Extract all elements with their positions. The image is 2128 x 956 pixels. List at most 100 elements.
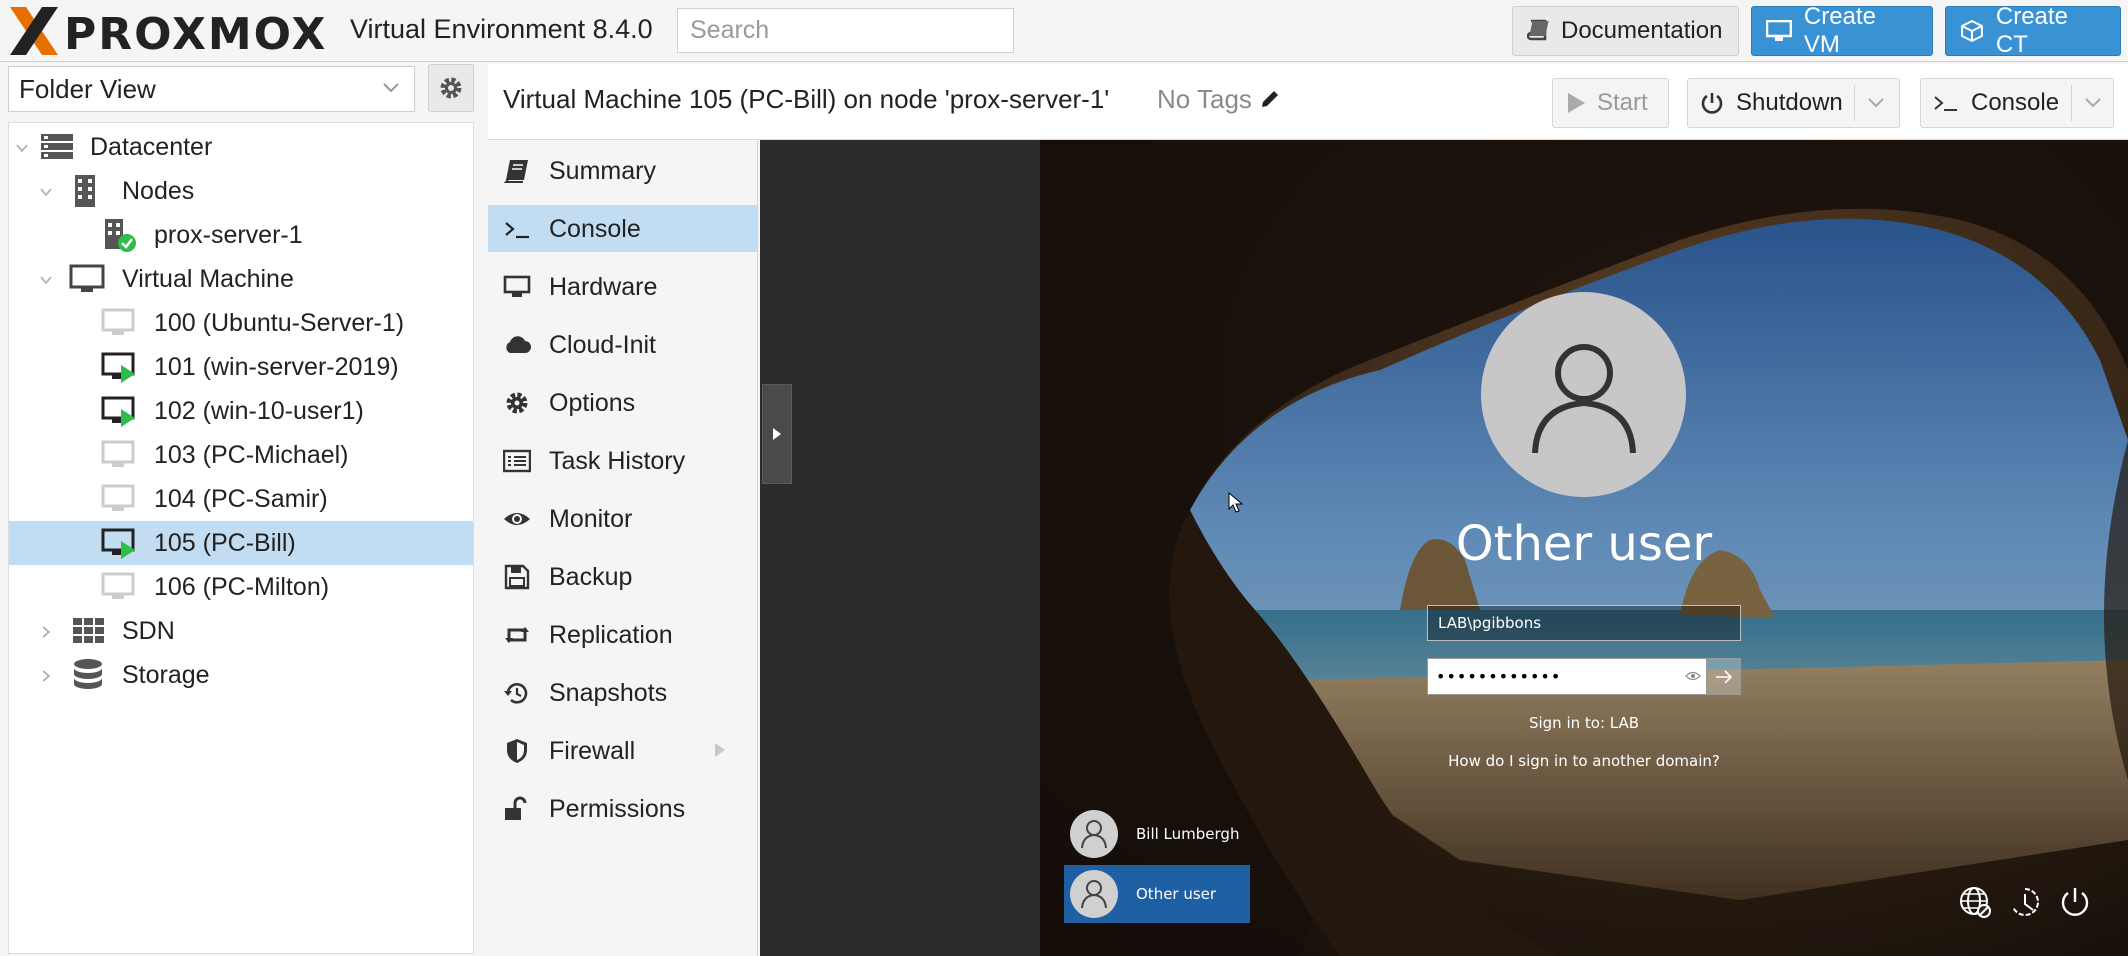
menu-item-options[interactable]: Options [488, 379, 757, 426]
create-vm-button[interactable]: Create VM [1751, 3, 1933, 58]
shield-icon [507, 739, 527, 763]
vm-menu: Summary Console Hardware Cloud-Init Opti… [488, 140, 758, 956]
chevron-down-icon[interactable] [2083, 95, 2103, 111]
proxmox-x-icon [10, 7, 58, 55]
menu-item-firewall[interactable]: Firewall [488, 727, 757, 774]
tree-vm-103[interactable]: 103 (PC-Michael) [9, 433, 473, 477]
user-icon [1531, 343, 1636, 453]
sign-in-domain-text: Sign in to: LAB [1528, 714, 1640, 732]
arrow-right-icon [1716, 669, 1733, 684]
tree-sdn[interactable]: SDN [9, 609, 473, 653]
submit-arrow-button[interactable] [1707, 658, 1741, 695]
desktop-icon [503, 275, 531, 297]
book-icon [503, 160, 528, 183]
tree-vm-101[interactable]: 101 (win-server-2019) [9, 345, 473, 389]
tree-label: Virtual Machine [122, 265, 294, 293]
pencil-icon[interactable] [1259, 88, 1281, 110]
menu-item-monitor[interactable]: Monitor [488, 495, 757, 542]
user-tile-other-user[interactable]: Other user [1064, 865, 1250, 923]
create-vm-label: Create VM [1803, 3, 1876, 58]
building-icon [75, 175, 95, 207]
tree-datacenter[interactable]: Datacenter [9, 125, 473, 169]
vm-screen[interactable]: Other user Sign in to: LAB How do I sign… [1040, 140, 2128, 956]
start-button[interactable]: Start [1552, 78, 1669, 128]
cloud-icon [506, 336, 531, 353]
user-tile-bill-lumbergh[interactable]: Bill Lumbergh [1064, 805, 1250, 863]
proxmox-logo: PROXMOX [6, 3, 346, 60]
tree-node-prox-server-1[interactable]: prox-server-1 [9, 213, 473, 257]
password-field[interactable] [1427, 658, 1707, 695]
novnc-sidebar-toggle[interactable] [762, 384, 792, 484]
vm-stopped-icon [101, 440, 135, 467]
vm-running-icon [101, 352, 135, 383]
menu-item-console[interactable]: Console [488, 205, 757, 252]
chevron-down-icon [383, 83, 399, 93]
tree-label: Nodes [122, 177, 195, 205]
tree-vm-106[interactable]: 106 (PC-Milton) [9, 565, 473, 609]
menu-item-label: Cloud-Init [549, 331, 656, 359]
tags-editor[interactable]: No Tags [1157, 84, 1281, 115]
menu-item-permissions[interactable]: Permissions [488, 785, 757, 832]
chevron-down-icon [40, 276, 52, 285]
view-selector-value: Folder View [19, 73, 156, 104]
power-icon[interactable] [2058, 885, 2092, 919]
documentation-label: Documentation [1561, 17, 1723, 44]
shutdown-label: Shutdown [1736, 89, 1843, 116]
user-avatar [1070, 810, 1118, 858]
tree-vm-105[interactable]: 105 (PC-Bill) [9, 521, 473, 565]
menu-item-label: Monitor [549, 505, 633, 533]
book-icon [1527, 19, 1549, 41]
resource-tree: Datacenter Nodes prox-server-1 Virtual M… [8, 122, 474, 954]
menu-item-replication[interactable]: Replication [488, 611, 757, 658]
create-ct-button[interactable]: Create CT [1945, 3, 2121, 58]
tree-vm-100[interactable]: 100 (Ubuntu-Server-1) [9, 301, 473, 345]
eye-icon[interactable] [1685, 669, 1701, 683]
gear-icon [440, 77, 462, 99]
menu-item-snapshots[interactable]: Snapshots [488, 669, 757, 716]
tree-storage[interactable]: Storage [9, 653, 473, 697]
chevron-right-icon [42, 626, 51, 638]
other-domain-link[interactable]: How do I sign in to another domain? [1040, 752, 2128, 770]
list-icon [503, 449, 531, 473]
tree-label: 104 (PC-Samir) [154, 485, 328, 513]
tree-vm-folder[interactable]: Virtual Machine [9, 257, 473, 301]
menu-item-summary[interactable]: Summary [488, 147, 757, 194]
terminal-icon [1934, 96, 1957, 111]
search-input[interactable] [677, 8, 1014, 53]
console-button[interactable]: Console [1920, 78, 2114, 128]
tree-label: 105 (PC-Bill) [154, 529, 296, 557]
console-label: Console [1971, 89, 2060, 116]
ease-of-access-icon[interactable] [2008, 885, 2042, 919]
tree-settings-button[interactable] [428, 64, 474, 112]
chevron-down-icon[interactable] [1866, 95, 1886, 111]
page-title: Virtual Machine 105 (PC-Bill) on node 'p… [503, 84, 1110, 114]
tree-nodes-folder[interactable]: Nodes [9, 169, 473, 213]
menu-item-backup[interactable]: Backup [488, 553, 757, 600]
vm-running-icon [101, 528, 135, 559]
terminal-icon [505, 222, 529, 239]
mouse-cursor-icon [1228, 492, 1244, 513]
user-icon [1081, 820, 1107, 849]
user-tile-label: Bill Lumbergh [1136, 825, 1240, 843]
desktop-icon [1766, 20, 1792, 41]
vm-running-icon [101, 396, 135, 427]
floppy-icon [504, 564, 530, 590]
database-icon [74, 659, 102, 689]
documentation-button[interactable]: Documentation [1512, 6, 1739, 56]
menu-item-task-history[interactable]: Task History [488, 437, 757, 484]
username-field[interactable] [1427, 605, 1741, 641]
user-tile-label: Other user [1136, 885, 1217, 903]
shutdown-button[interactable]: Shutdown [1687, 78, 1900, 128]
top-toolbar: PROXMOX Virtual Environment 8.4.0 Docume… [0, 0, 2128, 62]
content-header: Virtual Machine 105 (PC-Bill) on node 'p… [488, 64, 2128, 140]
start-label: Start [1597, 89, 1648, 116]
network-icon[interactable] [1958, 885, 1992, 919]
tree-vm-102[interactable]: 102 (win-10-user1) [9, 389, 473, 433]
tree-vm-104[interactable]: 104 (PC-Samir) [9, 477, 473, 521]
menu-item-cloud-init[interactable]: Cloud-Init [488, 321, 757, 368]
vm-stopped-icon [101, 308, 135, 335]
view-selector[interactable]: Folder View [8, 66, 415, 112]
chevron-down-icon [40, 188, 52, 197]
menu-item-hardware[interactable]: Hardware [488, 263, 757, 310]
grid-icon [73, 618, 104, 643]
